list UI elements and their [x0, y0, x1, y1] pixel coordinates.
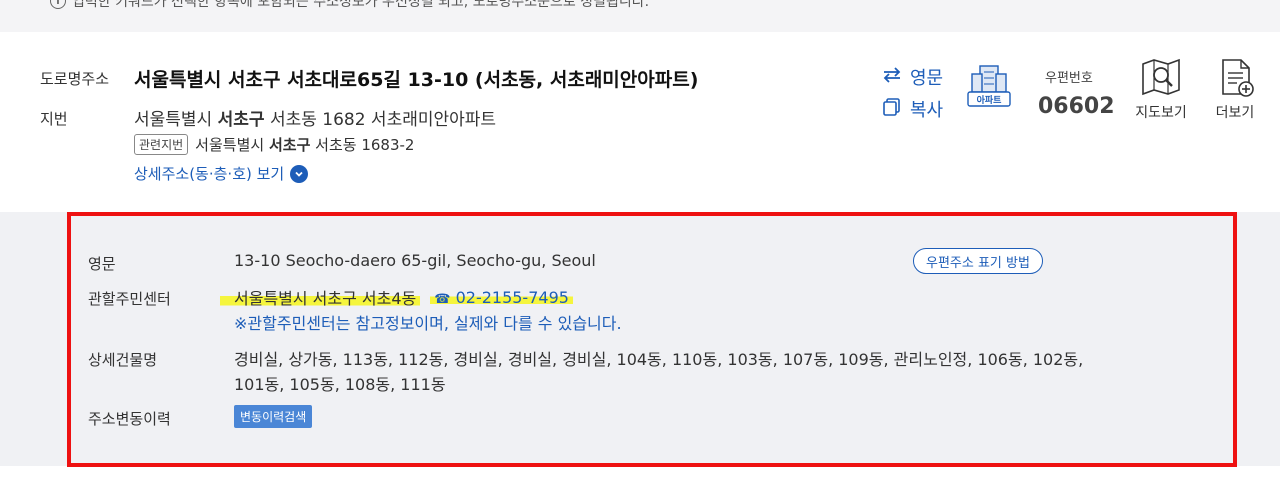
- more-label: 더보기: [1215, 105, 1255, 121]
- document-plus-icon: [1222, 59, 1254, 97]
- building-names-label: 상세건물명: [88, 351, 158, 369]
- building-names-line1: 경비실, 상가동, 113동, 112동, 경비실, 경비실, 경비실, 104…: [234, 350, 1084, 369]
- chevron-down-icon: [290, 164, 309, 183]
- related-prefix: 서울특별시: [195, 136, 265, 154]
- english-button[interactable]: 영문: [882, 64, 943, 90]
- copy-icon: [882, 97, 902, 121]
- notice: i 입력한 키워드가 선택한 항목에 포함되는 주소정보가 우선정렬 되고, 도…: [50, 0, 649, 11]
- map-icon: [1142, 58, 1180, 96]
- map-view-label: 지도보기: [1135, 105, 1187, 121]
- zip-value: 06602: [1038, 94, 1115, 119]
- building-names-line2: 101동, 105동, 108동, 111동: [234, 375, 446, 394]
- info-icon: i: [50, 0, 66, 9]
- community-center-phone: 02-2155-7495: [455, 287, 569, 307]
- building-type-tag: 아파트: [976, 96, 1002, 106]
- postal-format-button[interactable]: 우편주소 표기 방법: [913, 248, 1043, 274]
- jibun-address: 서울특별시 서초구 서초동 1682 서초래미안아파트: [134, 105, 496, 130]
- apartment-icon: 아파트: [966, 62, 1012, 108]
- address-history-label: 주소변동이력: [88, 410, 171, 428]
- english-button-label: 영문: [910, 68, 944, 89]
- copy-button[interactable]: 복사: [882, 96, 943, 122]
- copy-button-label: 복사: [910, 100, 944, 121]
- road-address: 서울특별시 서초구 서초대로65길 13-10 (서초동, 서초래미안아파트): [134, 69, 699, 91]
- notice-text: 입력한 키워드가 선택한 항목에 포함되는 주소정보가 우선정렬 되고, 도로명…: [72, 0, 650, 10]
- jibun-rest: 서초동 1682 서초래미안아파트: [269, 110, 497, 130]
- community-center-phone-group[interactable]: ☎ 02-2155-7495: [430, 287, 573, 307]
- notice-bar: i 입력한 키워드가 선택한 항목에 포함되는 주소정보가 우선정렬 되고, 도…: [0, 0, 1280, 32]
- related-jibun: 관련지번 서울특별시 서초구 서초동 1683-2: [134, 134, 414, 155]
- english-label: 영문: [88, 255, 116, 273]
- detail-address-label: 상세주소(동·층·호) 보기: [134, 165, 285, 183]
- detail-address-link[interactable]: 상세주소(동·층·호) 보기: [134, 163, 309, 184]
- community-center-label: 관할주민센터: [88, 290, 171, 308]
- related-gu: 서초구: [268, 136, 311, 154]
- jibun-prefix: 서울특별시: [134, 110, 213, 130]
- related-jibun-tag: 관련지번: [134, 134, 189, 155]
- english-address: 13-10 Seocho-daero 65-gil, Seocho-gu, Se…: [234, 251, 596, 270]
- zip-label: 우편번호: [1045, 71, 1093, 86]
- phone-icon: ☎: [434, 291, 451, 307]
- swap-icon: [882, 66, 902, 88]
- community-center-note: ※관할주민센터는 참고정보이며, 실제와 다를 수 있습니다.: [234, 314, 622, 333]
- jibun-label: 지번: [40, 110, 68, 128]
- community-center-name: 서울특별시 서초구 서초4동: [220, 285, 421, 309]
- more-button[interactable]: 더보기: [1200, 58, 1270, 122]
- road-address-label: 도로명주소: [40, 70, 110, 88]
- related-rest: 서초동 1683-2: [315, 136, 415, 154]
- map-view-button[interactable]: 지도보기: [1126, 58, 1196, 122]
- address-result: 도로명주소 서울특별시 서초구 서초대로65길 13-10 (서초동, 서초래미…: [0, 32, 1280, 212]
- community-center: 서울특별시 서초구 서초4동 ☎ 02-2155-7495: [220, 285, 573, 309]
- history-search-button[interactable]: 변동이력검색: [234, 405, 313, 428]
- address-details-panel: 영문 13-10 Seocho-daero 65-gil, Seocho-gu,…: [0, 212, 1280, 467]
- jibun-gu: 서초구: [217, 110, 265, 130]
